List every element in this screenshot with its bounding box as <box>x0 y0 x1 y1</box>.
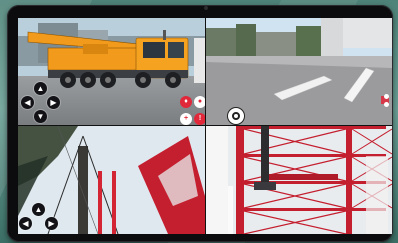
ar-split-screen: ▲ ◀ ▶ ▼ ♦ ● + ! ▲ ◀ ▶ <box>18 18 392 234</box>
arrow-right-icon[interactable]: ▶ <box>47 96 60 109</box>
tree-crane-view[interactable]: ▲ ◀ ▶ <box>18 126 205 234</box>
arrow-left-icon[interactable]: ◀ <box>21 96 34 109</box>
camera-icon <box>204 6 208 10</box>
tower-scene <box>206 126 392 234</box>
pin-icon[interactable]: ♦ <box>180 96 192 108</box>
arrow-up-icon[interactable]: ▲ <box>34 82 47 95</box>
side-indicator-dots <box>384 94 390 110</box>
tower-view[interactable] <box>206 126 392 234</box>
crane-view[interactable]: ▲ ◀ ▶ ▼ ♦ ● + ! <box>18 18 205 125</box>
crane-scene <box>18 18 205 125</box>
arrow-right-icon[interactable]: ▶ <box>45 217 58 230</box>
arrow-up-icon[interactable]: ▲ <box>32 203 45 216</box>
arrow-down-icon[interactable]: ▼ <box>34 110 47 123</box>
arrow-left-icon[interactable]: ◀ <box>19 217 32 230</box>
info-icon[interactable]: ● <box>194 96 205 108</box>
warning-icon[interactable]: ! <box>194 113 205 125</box>
add-icon[interactable]: + <box>180 113 192 125</box>
slab-view[interactable] <box>206 18 392 125</box>
target-icon[interactable] <box>228 108 244 124</box>
